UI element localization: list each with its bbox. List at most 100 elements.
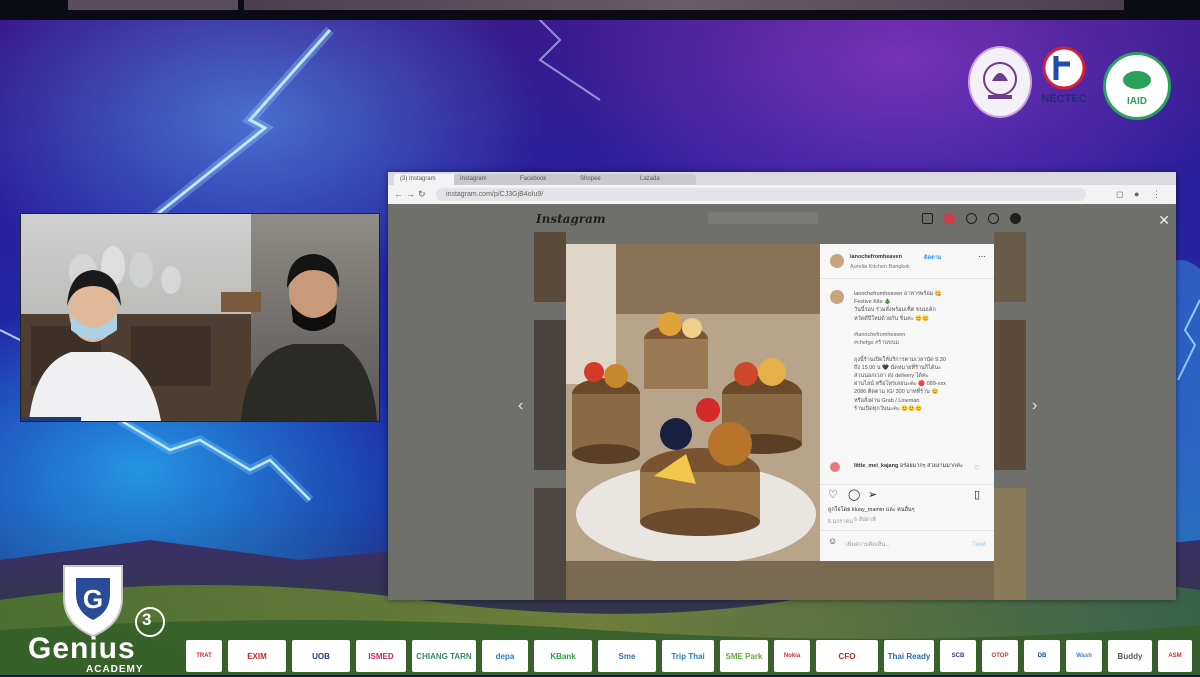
more-options-icon[interactable]: ⋯ (978, 252, 986, 261)
browser-toolbar: ← → ↻ instagram.com/p/CJ3GjB4oIu9/ ◻ ● ⋮ (388, 185, 1176, 204)
sponsor-name: KBank (550, 651, 576, 661)
genius-title: Genius (28, 632, 136, 665)
iaid-label: IAID (1127, 96, 1147, 107)
speaker-name-tag (21, 417, 81, 421)
comment-username[interactable]: little_mei_kajang (854, 463, 898, 469)
post-location[interactable]: Aurelia Kitchen Bangkok (850, 264, 910, 270)
participant-thumbnail-strip (0, 0, 1200, 20)
previous-post-arrow-icon[interactable]: ‹ (518, 397, 523, 415)
avatar[interactable] (830, 462, 840, 472)
genius-number: 3 (142, 610, 152, 629)
extension-icon[interactable]: ◻ (1116, 189, 1123, 200)
sponsor-logo: ASM (1158, 640, 1192, 672)
caption-line: ส่วนนอกเวลา ส่ง delivery ได้ค่ะ (854, 373, 929, 380)
sponsor-name: EXIM (247, 651, 267, 661)
post-thumbnail[interactable] (534, 488, 566, 600)
post-thumbnail[interactable] (994, 488, 1026, 600)
divider (820, 530, 994, 531)
bookmark-icon[interactable]: ▯ (974, 488, 980, 501)
sponsor-logo: TRAT (186, 640, 222, 672)
sponsor-name: DB (1037, 653, 1047, 659)
sponsor-logo: Nokia (774, 640, 810, 672)
browser-tab[interactable]: Instagram (454, 174, 516, 185)
caption-line: 2086 ติดตาม IG/ 300 บาทที่ร้าน 😊 (854, 389, 939, 396)
post-username[interactable]: lanochefromheaven (850, 254, 902, 260)
browser-tab[interactable]: (3) Instagram (394, 174, 456, 185)
post-thumbnail-row[interactable] (566, 561, 994, 600)
forward-icon[interactable]: → (406, 189, 415, 199)
comment-input[interactable]: เพิ่มความคิดเห็น... (846, 541, 890, 549)
sponsor-name: OTOP (991, 653, 1009, 659)
caption-line: ถึง 15.00 น 🖤 นัดหมายที่ร้านก็ได้นะ (854, 364, 942, 371)
avatar[interactable] (830, 254, 844, 268)
browser-tab[interactable]: Facebook (514, 174, 576, 185)
comment: little_mei_kajang อร่อยมากๆ สวยงามมากค่ะ (854, 462, 974, 470)
sponsor-name: Trip Thai (671, 651, 705, 661)
comment-icon[interactable]: ◯ (848, 488, 860, 501)
genius-subtitle: ACADEMY (86, 664, 144, 675)
sponsor-logo: SCB (940, 640, 976, 672)
caption-line: Festive Kits 🎄 (854, 299, 891, 306)
profile-icon[interactable]: ● (1134, 189, 1139, 199)
sponsor-name: UOB (312, 651, 330, 661)
sponsor-logo: KBank (534, 640, 592, 672)
follow-button[interactable]: ติดตาม (924, 254, 941, 262)
instagram-logo[interactable]: Instagram (536, 212, 606, 226)
genius-academy-logo: G 3 Genius ACADEMY (22, 560, 172, 675)
post-thumbnail[interactable] (534, 320, 566, 470)
caption-line: ร้านเปิดทุกวันนะคะ 😊😊😊 (854, 405, 922, 412)
post-photo (566, 244, 820, 561)
menu-icon[interactable]: ⋮ (1152, 189, 1161, 200)
direct-message-icon[interactable] (944, 213, 955, 224)
avatar[interactable] (1010, 213, 1021, 224)
address-bar[interactable]: instagram.com/p/CJ3GjB4oIu9/ (436, 188, 1086, 201)
explore-icon[interactable] (966, 213, 977, 224)
sponsor-logo-strip: TRAT EXIM UOB ISMED CHIANG TARN depa KBank Sme T… (186, 640, 1192, 674)
sponsor-logo: depa (482, 640, 528, 672)
caption-line: #chefgo #ร้านขนม (854, 340, 900, 347)
divider (820, 484, 994, 485)
sponsor-name: Nokia (783, 653, 801, 659)
sponsor-logo: Trip Thai (662, 640, 714, 672)
like-icon[interactable]: ♡ (828, 488, 838, 501)
sponsor-logo: SME Park (720, 640, 768, 672)
sponsor-name: SCB (951, 653, 965, 659)
likes-text[interactable]: ถูกใจโดย kluay_mamin และ คนอื่นๆ (828, 506, 915, 514)
sponsor-logo: Sme (598, 640, 656, 672)
home-icon[interactable] (922, 213, 933, 224)
close-icon[interactable]: ✕ (1158, 212, 1170, 229)
next-post-arrow-icon[interactable]: › (1032, 397, 1037, 415)
sponsor-name: Buddy (1117, 651, 1143, 661)
post-date: 5 มกราคม (828, 519, 853, 525)
browser-tab[interactable]: Lazada (634, 174, 696, 185)
sponsor-logo: UOB (292, 640, 350, 672)
caption-line: วันนี้รอบ ร่วมสั่งพร้อมเซ็ต ขนมเค้ก (854, 307, 936, 314)
caption-line: ผ่านไลน์ หรือโทรเลยนะคะ 🔴 089-xxx (854, 381, 946, 388)
sponsor-name: CFO (838, 651, 856, 661)
heart-icon[interactable] (988, 213, 999, 224)
sponsor-name: Sme (618, 651, 636, 661)
avatar[interactable] (830, 290, 844, 304)
post-comment-button[interactable]: โพสต์ (972, 541, 986, 549)
search-input[interactable] (708, 212, 818, 224)
caption-line: หวัดดีปีใหม่ด้วยกัน ขิ่มค่ะ 😊😊 (854, 315, 930, 322)
comment-like-icon[interactable]: ♡ (974, 464, 980, 472)
sponsor-logo: DB (1024, 640, 1060, 672)
sponsor-logo: Wash (1066, 640, 1102, 672)
post-thumbnail[interactable] (994, 320, 1026, 470)
post-thumbnail[interactable] (994, 232, 1026, 302)
sponsor-name: ISMED (368, 651, 394, 661)
nesdc-logo: NECTEC (1036, 44, 1092, 116)
back-icon[interactable]: ← (394, 189, 403, 199)
sponsor-name: CHIANG TARN (416, 651, 472, 661)
university-seal-logo (968, 46, 1032, 118)
participant-thumbnail[interactable] (244, 0, 1124, 10)
participant-thumbnail[interactable] (68, 0, 238, 10)
browser-tab[interactable]: Shopee (574, 174, 636, 185)
caption-time: 6 สัปดาห์ (854, 517, 876, 523)
share-icon[interactable]: ➢ (868, 488, 877, 501)
emoji-icon[interactable]: ☺ (828, 536, 837, 546)
nesdc-label: NECTEC (1041, 93, 1086, 105)
post-thumbnail[interactable] (534, 232, 566, 302)
reload-icon[interactable]: ↻ (418, 189, 426, 200)
